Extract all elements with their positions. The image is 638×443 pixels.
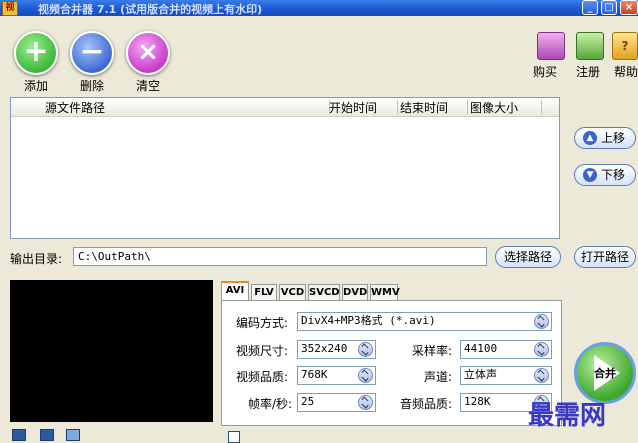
file-list[interactable]: 源文件路径 开始时间 结束时间 图像大小 — [10, 97, 560, 239]
video-quality-select[interactable]: 768K — [297, 366, 376, 385]
app-icon[interactable]: 视 — [2, 1, 18, 16]
tab-vcd[interactable]: VCD — [279, 284, 306, 300]
minimize-button[interactable]: _ — [582, 0, 598, 15]
avi-settings-panel: 编码方式: DivX4+MP3格式 (*.avi) 视频尺寸: 352x240 … — [221, 300, 562, 426]
codec-value: DivX4+MP3格式 (*.avi) — [301, 314, 436, 327]
add-icon: + — [14, 31, 58, 75]
tab-wmv[interactable]: WMV — [370, 284, 400, 300]
audio-quality-value: 128K — [464, 395, 491, 408]
column-divider — [467, 100, 468, 114]
channel-value: 立体声 — [464, 368, 497, 381]
choose-path-button[interactable]: 选择路径 — [495, 246, 561, 268]
register-label[interactable]: 注册 — [576, 63, 600, 80]
delete-button[interactable]: − — [70, 31, 114, 75]
move-up-button[interactable]: ▲ 上移 — [574, 127, 636, 149]
merge-label: 合并 — [594, 367, 616, 380]
minimize-icon: _ — [587, 2, 593, 13]
video-size-select[interactable]: 352x240 — [297, 340, 376, 359]
open-path-button[interactable]: 打开路径 — [574, 246, 636, 268]
clear-button[interactable]: × — [126, 31, 170, 75]
stop-control-button[interactable] — [40, 429, 54, 441]
chevron-down-icon — [358, 368, 373, 383]
move-up-label: 上移 — [600, 131, 625, 145]
video-size-value: 352x240 — [301, 342, 348, 355]
video-preview[interactable] — [10, 280, 213, 422]
play-control-button[interactable] — [12, 429, 26, 441]
video-quality-label: 视频品质: — [236, 370, 289, 384]
chevron-down-icon — [358, 395, 373, 410]
video-quality-value: 768K — [301, 368, 328, 381]
maximize-button[interactable]: □ — [601, 0, 617, 15]
sample-rate-select[interactable]: 44100 — [460, 340, 552, 359]
tab-flv[interactable]: FLV — [251, 284, 277, 300]
tab-dvd[interactable]: DVD — [342, 284, 368, 300]
close-button[interactable]: × — [620, 0, 638, 15]
fps-value: 25 — [301, 395, 315, 408]
sample-rate-value: 44100 — [464, 342, 498, 355]
delete-icon: − — [70, 31, 114, 75]
codec-label: 编码方式: — [236, 316, 289, 330]
add-label: 添加 — [23, 79, 48, 93]
output-dir-label: 输出目录: — [10, 252, 63, 266]
column-divider — [397, 100, 398, 114]
column-end-time[interactable]: 结束时间 — [400, 99, 448, 116]
add-button[interactable]: + — [14, 31, 58, 75]
chevron-down-icon — [358, 342, 373, 357]
register-icon[interactable] — [576, 32, 604, 60]
delete-label: 删除 — [79, 79, 104, 93]
buy-icon[interactable] — [537, 32, 565, 60]
tab-avi[interactable]: AVI — [221, 281, 249, 301]
seek-control-button[interactable] — [66, 429, 80, 441]
chevron-down-icon — [534, 314, 549, 329]
move-down-label: 下移 — [600, 168, 625, 182]
maximize-icon: □ — [604, 2, 614, 13]
site-watermark: 最需网 — [528, 401, 607, 431]
buy-label[interactable]: 购买 — [533, 63, 557, 80]
down-arrow-icon: ▼ — [583, 168, 597, 182]
channel-select[interactable]: 立体声 — [460, 366, 552, 385]
column-image-size[interactable]: 图像大小 — [470, 99, 518, 116]
clear-label: 清空 — [135, 79, 160, 93]
codec-select[interactable]: DivX4+MP3格式 (*.avi) — [297, 312, 552, 331]
audio-quality-label: 音频品质: — [400, 397, 453, 411]
video-size-label: 视频尺寸: — [236, 344, 289, 358]
up-arrow-icon: ▲ — [583, 131, 597, 145]
chevron-down-icon — [534, 368, 549, 383]
chevron-down-icon — [534, 342, 549, 357]
help-label[interactable]: 帮助 — [614, 63, 638, 80]
window-title: 视频合并器 7.1 (试用版合并的视频上有水印) — [38, 3, 263, 16]
sample-rate-label: 采样率: — [412, 344, 453, 358]
option-checkbox[interactable] — [228, 431, 240, 443]
fps-label: 帧率/秒: — [248, 397, 293, 411]
clear-icon: × — [126, 31, 170, 75]
output-dir-input[interactable]: C:\OutPath\ — [73, 247, 487, 266]
column-source-path[interactable]: 源文件路径 — [45, 99, 105, 116]
move-down-button[interactable]: ▼ 下移 — [574, 164, 636, 186]
column-start-time[interactable]: 开始时间 — [329, 99, 377, 116]
channel-label: 声道: — [424, 370, 453, 384]
column-divider — [541, 100, 542, 114]
tab-svcd[interactable]: SVCD — [308, 284, 340, 300]
close-icon: × — [624, 2, 634, 13]
fps-select[interactable]: 25 — [297, 393, 376, 412]
help-icon[interactable]: ? — [612, 32, 638, 60]
list-header: 源文件路径 开始时间 结束时间 图像大小 — [11, 98, 559, 117]
